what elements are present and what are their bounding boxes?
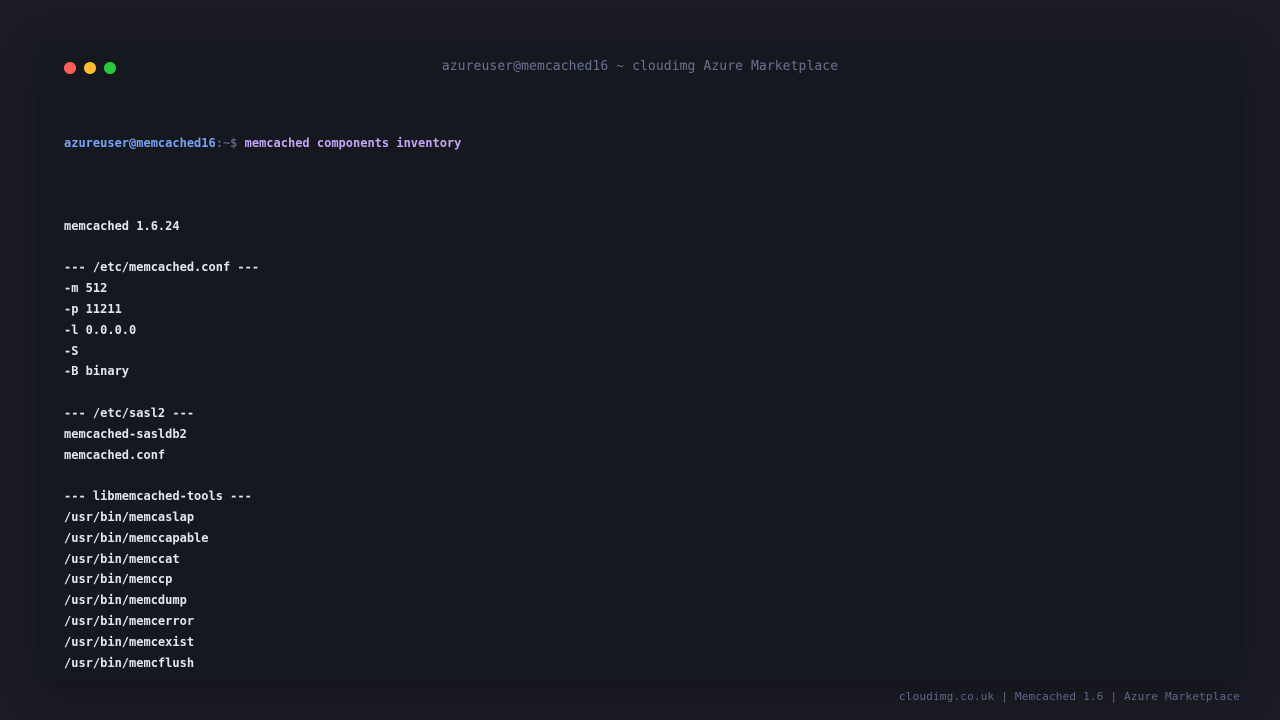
output-line: -m 512 (64, 281, 108, 296)
output-line: /usr/bin/memcflush (64, 655, 195, 670)
prompt-path-symbol: :~$ (215, 135, 245, 150)
output-line: /usr/bin/memcdump (64, 593, 187, 608)
output-line: /usr/bin/memcerror (64, 613, 195, 628)
output-line: /usr/bin/memccat (64, 551, 180, 566)
prompt-user-host: azureuser@memcached16 (64, 135, 216, 150)
output-line: -S (64, 343, 79, 358)
output-line: /usr/bin/memcexist (64, 634, 195, 649)
output-line: memcached-sasldb2 (64, 426, 187, 441)
output-line: -l 0.0.0.0 (64, 322, 137, 337)
output-line: --- /etc/memcached.conf --- (64, 260, 260, 275)
output-line: /usr/bin/memccapable (64, 530, 209, 545)
window-title: azureuser@memcached16 ~ cloudimg Azure M… (441, 59, 839, 74)
output-line: --- /etc/sasl2 --- (64, 405, 195, 420)
output-line: -p 11211 (64, 301, 122, 316)
terminal-output[interactable]: azureuser@memcached16:~$ memcached compo… (64, 91, 1214, 673)
terminal-window: azureuser@memcached16 ~ cloudimg Azure M… (40, 40, 1240, 680)
output-line: memcached 1.6.24 (64, 218, 180, 233)
footer-credit: cloudimg.co.uk | Memcached 1.6 | Azure M… (898, 690, 1240, 703)
prompt-line: azureuser@memcached16:~$ memcached compo… (64, 133, 1214, 154)
output-line: /usr/bin/memccp (64, 572, 173, 587)
output-line: /usr/bin/memcaslap (64, 509, 195, 524)
output-line: --- libmemcached-tools --- (64, 489, 252, 504)
output-line: -B binary (64, 364, 130, 379)
prompt-command: memcached components inventory (244, 135, 462, 150)
output-line: memcached.conf (64, 447, 166, 462)
title-bar: azureuser@memcached16 ~ cloudimg Azure M… (40, 40, 1240, 96)
